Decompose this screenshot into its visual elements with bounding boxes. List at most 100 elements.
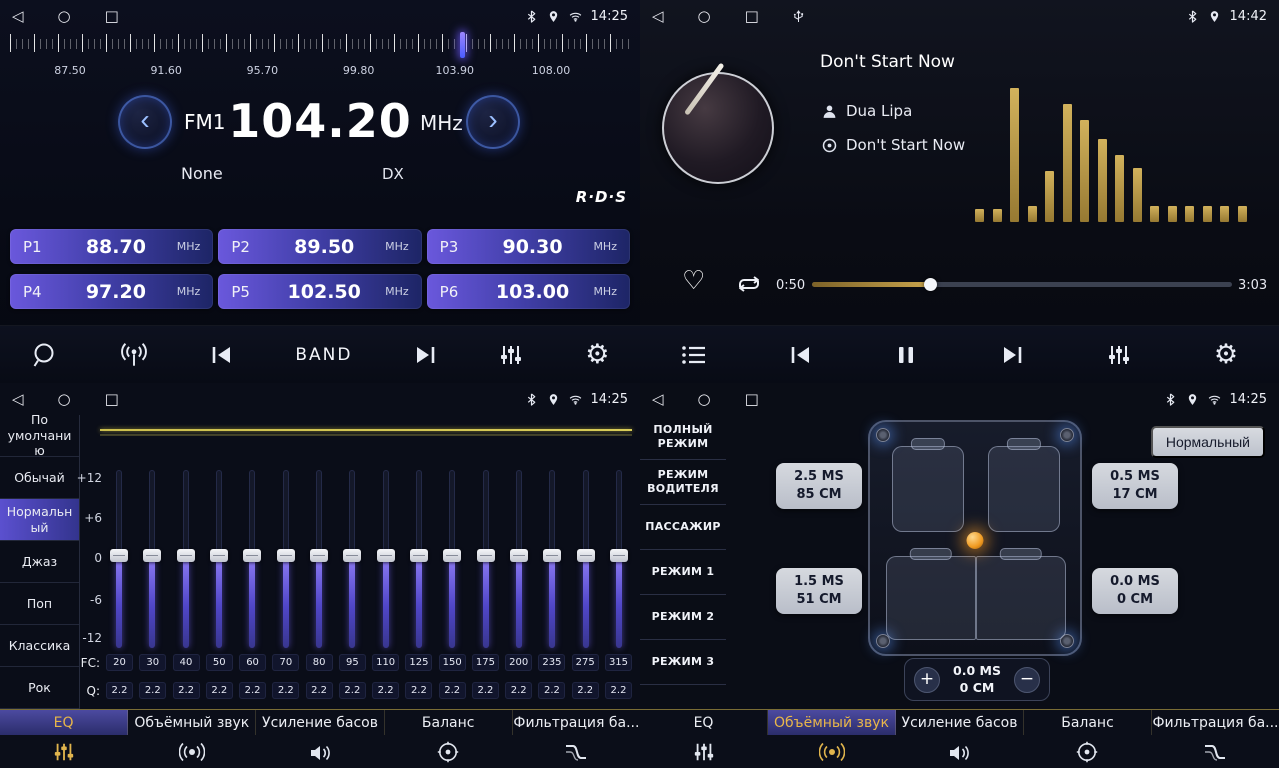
eq-slider-knob[interactable]: [243, 549, 261, 562]
progress-bar[interactable]: [812, 282, 1232, 287]
bass-boost-tab-icon[interactable]: [896, 742, 1024, 762]
eq-slider-track[interactable]: [383, 470, 389, 648]
eq-slider-knob[interactable]: [277, 549, 295, 562]
album-art[interactable]: [662, 72, 774, 184]
dsp-tab[interactable]: Баланс: [385, 710, 513, 735]
eq-preset-item[interactable]: Классика: [0, 625, 79, 667]
eq-slider-knob[interactable]: [377, 549, 395, 562]
sound-profile-button[interactable]: Нормальный: [1151, 426, 1265, 458]
surround-mode-item[interactable]: РЕЖИМ 3: [640, 640, 726, 685]
preset-button[interactable]: P6103.00MHz: [427, 274, 630, 309]
eq-slider-knob[interactable]: [477, 549, 495, 562]
balance-tab-icon[interactable]: [1023, 741, 1151, 763]
dsp-tab[interactable]: Объёмный звук: [128, 710, 256, 735]
progress-knob[interactable]: [924, 278, 937, 291]
eq-slider-track[interactable]: [483, 470, 489, 648]
balance-tab-icon[interactable]: [384, 741, 512, 763]
nav-recents-button[interactable]: □: [745, 383, 759, 415]
pause-icon[interactable]: [894, 345, 918, 365]
tune-up-button[interactable]: ›: [466, 95, 520, 149]
tune-down-button[interactable]: ‹: [118, 95, 172, 149]
dsp-tab[interactable]: EQ: [640, 710, 768, 735]
seat-rear-right[interactable]: [976, 556, 1066, 640]
nav-back-button[interactable]: ◁: [652, 0, 664, 32]
delay-front-right[interactable]: 0.5 MS 17 CM: [1092, 463, 1178, 509]
seat-front-left[interactable]: [892, 446, 964, 532]
eq-preset-item[interactable]: По умолчанию: [0, 415, 79, 457]
eq-slider-track[interactable]: [549, 470, 555, 648]
scan-icon[interactable]: [30, 342, 58, 368]
delay-decrease-button[interactable]: −: [1014, 667, 1040, 693]
surround-mode-item[interactable]: РЕЖИМ ВОДИТЕЛЯ: [640, 460, 726, 505]
eq-slider-knob[interactable]: [510, 549, 528, 562]
seat-front-right[interactable]: [988, 446, 1060, 532]
eq-slider-knob[interactable]: [610, 549, 628, 562]
dsp-tab[interactable]: Усиление басов: [256, 710, 384, 735]
eq-slider-knob[interactable]: [343, 549, 361, 562]
eq-slider-knob[interactable]: [143, 549, 161, 562]
next-station-icon[interactable]: [413, 345, 437, 365]
nav-back-button[interactable]: ◁: [12, 383, 24, 415]
eq-slider-knob[interactable]: [443, 549, 461, 562]
preset-button[interactable]: P390.30MHz: [427, 229, 630, 264]
dsp-tab[interactable]: Фильтрация ба...: [513, 710, 640, 735]
nav-home-button[interactable]: ○: [58, 0, 71, 32]
delay-increase-button[interactable]: +: [914, 667, 940, 693]
settings-gear-icon[interactable]: ⚙: [585, 341, 609, 368]
eq-preset-item[interactable]: Поп: [0, 583, 79, 625]
dsp-tab[interactable]: EQ: [0, 710, 128, 735]
eq-slider-track[interactable]: [116, 470, 122, 648]
eq-slider-knob[interactable]: [210, 549, 228, 562]
surround-mode-item[interactable]: РЕЖИМ 1: [640, 550, 726, 595]
preset-button[interactable]: P188.70MHz: [10, 229, 213, 264]
frequency-pointer[interactable]: [460, 32, 465, 58]
eq-slider-track[interactable]: [216, 470, 222, 648]
listening-position-marker[interactable]: [967, 532, 984, 549]
seat-rear-left[interactable]: [886, 556, 976, 640]
preset-button[interactable]: P289.50MHz: [218, 229, 421, 264]
repeat-icon[interactable]: [734, 274, 764, 298]
equalizer-icon[interactable]: [498, 343, 524, 367]
eq-slider-track[interactable]: [183, 470, 189, 648]
dsp-tab[interactable]: Фильтрация ба...: [1152, 710, 1279, 735]
eq-tab-icon[interactable]: [640, 741, 768, 763]
eq-slider-track[interactable]: [349, 470, 355, 648]
filter-tab-icon[interactable]: [1151, 742, 1279, 762]
frequency-scale[interactable]: 87.5091.6095.7099.80103.90108.00: [10, 34, 630, 82]
eq-slider-track[interactable]: [416, 470, 422, 648]
nav-home-button[interactable]: ○: [698, 383, 711, 415]
eq-slider-track[interactable]: [583, 470, 589, 648]
eq-slider-knob[interactable]: [310, 549, 328, 562]
settings-gear-icon[interactable]: ⚙: [1214, 341, 1238, 368]
nav-home-button[interactable]: ○: [698, 0, 711, 32]
nav-recents-button[interactable]: □: [105, 383, 119, 415]
eq-slider-track[interactable]: [516, 470, 522, 648]
nav-back-button[interactable]: ◁: [12, 0, 24, 32]
eq-preset-item[interactable]: Нормальный: [0, 499, 79, 541]
eq-preset-item[interactable]: Рок: [0, 667, 79, 709]
eq-slider-knob[interactable]: [543, 549, 561, 562]
dsp-tab[interactable]: Баланс: [1024, 710, 1152, 735]
eq-tab-icon[interactable]: [0, 741, 128, 763]
playlist-icon[interactable]: [681, 345, 707, 365]
filter-tab-icon[interactable]: [512, 742, 640, 762]
preset-button[interactable]: P5102.50MHz: [218, 274, 421, 309]
eq-slider-track[interactable]: [283, 470, 289, 648]
eq-slider-track[interactable]: [449, 470, 455, 648]
favorite-icon[interactable]: ♡: [682, 268, 705, 294]
surround-mode-item[interactable]: РЕЖИМ 2: [640, 595, 726, 640]
delay-rear-right[interactable]: 0.0 MS 0 CM: [1092, 568, 1178, 614]
previous-station-icon[interactable]: [210, 345, 234, 365]
eq-slider-track[interactable]: [316, 470, 322, 648]
dsp-tab[interactable]: Объёмный звук: [768, 710, 896, 735]
nav-recents-button[interactable]: □: [105, 0, 119, 32]
nav-home-button[interactable]: ○: [58, 383, 71, 415]
eq-slider-knob[interactable]: [577, 549, 595, 562]
nav-back-button[interactable]: ◁: [652, 383, 664, 415]
bass-boost-tab-icon[interactable]: [256, 742, 384, 762]
equalizer-icon[interactable]: [1106, 343, 1132, 367]
eq-slider-knob[interactable]: [410, 549, 428, 562]
band-button[interactable]: BAND: [295, 345, 352, 365]
eq-slider-knob[interactable]: [177, 549, 195, 562]
preset-button[interactable]: P497.20MHz: [10, 274, 213, 309]
